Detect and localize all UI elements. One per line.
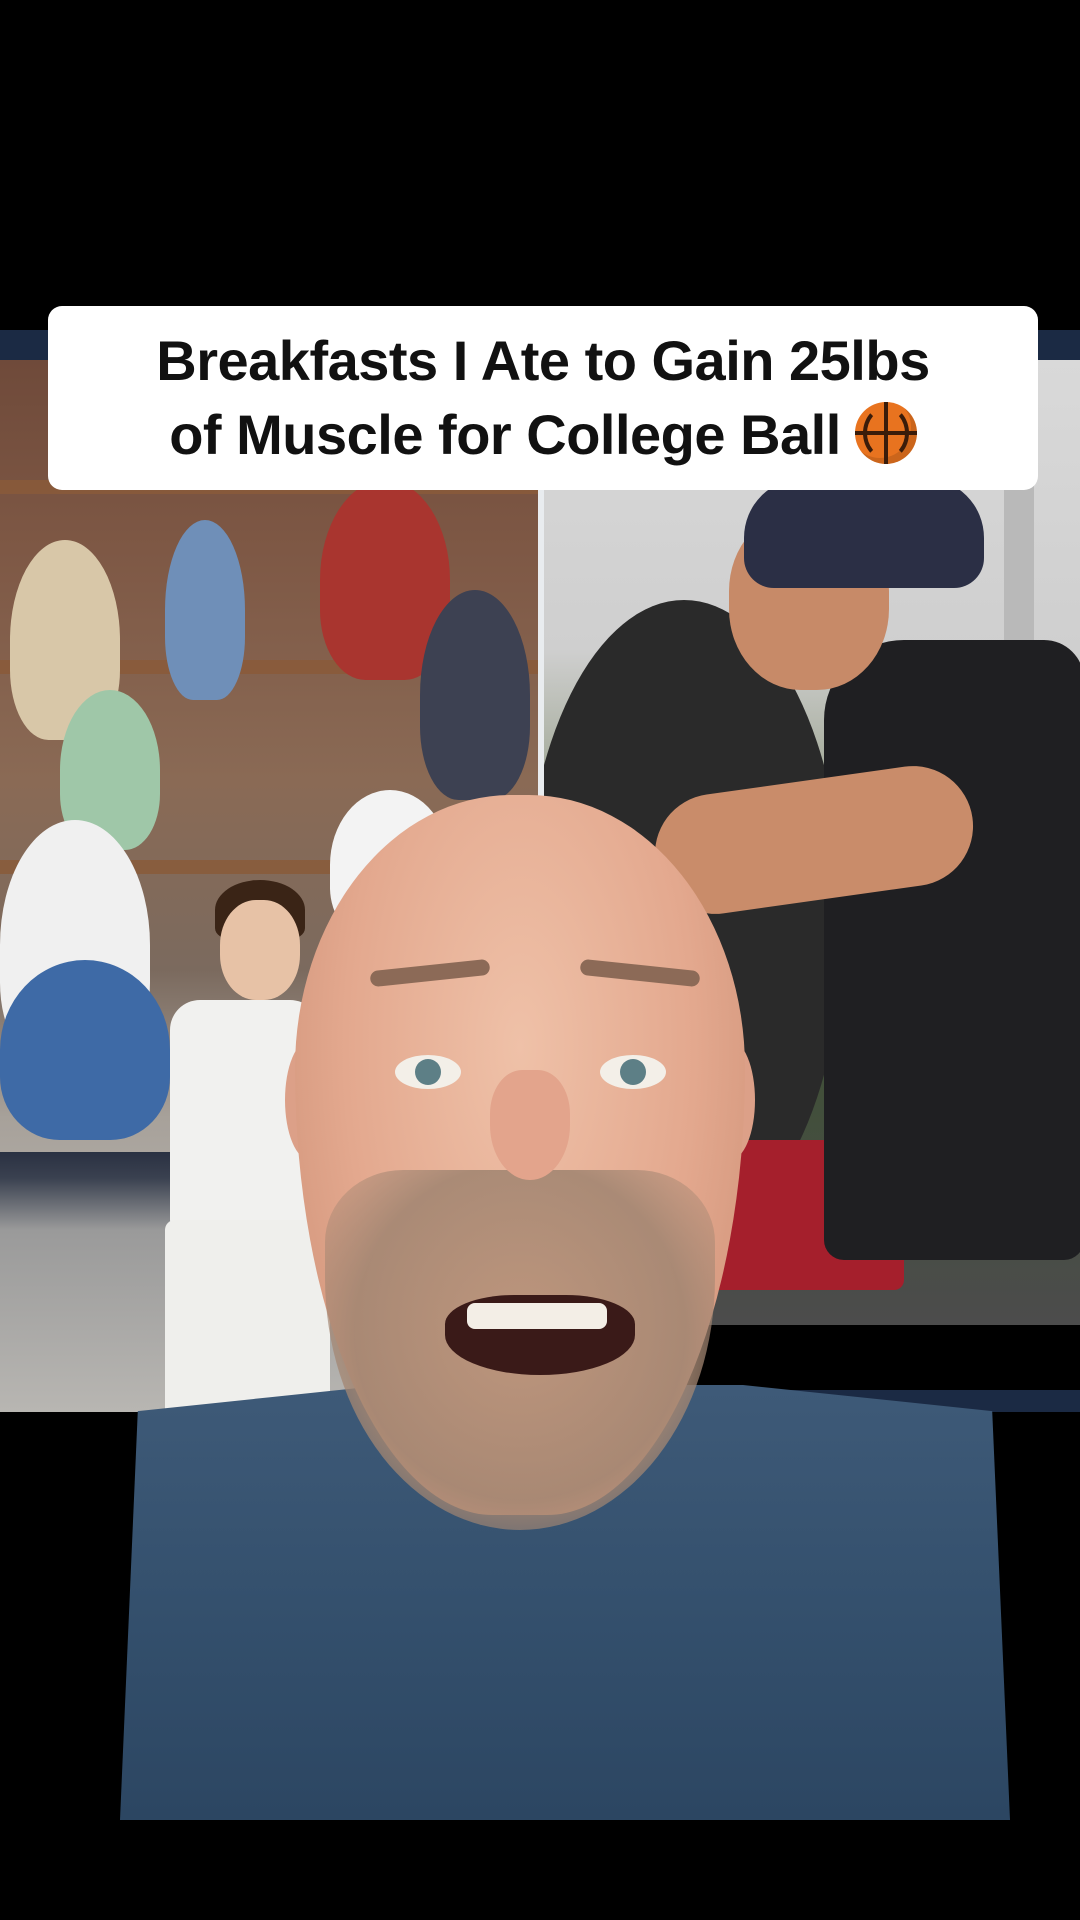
- player-jersey: [170, 1000, 320, 1230]
- basketball-icon: [854, 402, 917, 464]
- player-leg: [180, 1410, 214, 1412]
- spectator: [0, 960, 170, 1140]
- spectator: [420, 590, 530, 800]
- athlete-body: [824, 640, 1080, 1260]
- spectator: [165, 520, 245, 700]
- car-wheel: [624, 1230, 714, 1320]
- player-shorts: [165, 1220, 330, 1412]
- title-line-2: of Muscle for College Ball: [169, 403, 841, 466]
- presenter-shirt: [120, 1385, 1010, 1820]
- player-leg: [260, 1410, 294, 1412]
- athlete-cap: [744, 478, 984, 588]
- title-line-1: Breakfasts I Ate to Gain 25lbs: [156, 329, 930, 392]
- basketball-game-photo: [0, 360, 538, 1412]
- tire-flip-photo: [544, 360, 1080, 1325]
- player-head: [220, 900, 300, 1000]
- video-title: Breakfasts I Ate to Gain 25lbs of Muscle…: [156, 324, 930, 472]
- video-frame: Breakfasts I Ate to Gain 25lbs of Muscle…: [0, 0, 1080, 1920]
- title-line-2-wrap: of Muscle for College Ball: [156, 398, 929, 472]
- spectator: [330, 790, 450, 940]
- bottom-navy-band: [680, 1390, 1080, 1412]
- title-card: Breakfasts I Ate to Gain 25lbs of Muscle…: [48, 306, 1038, 490]
